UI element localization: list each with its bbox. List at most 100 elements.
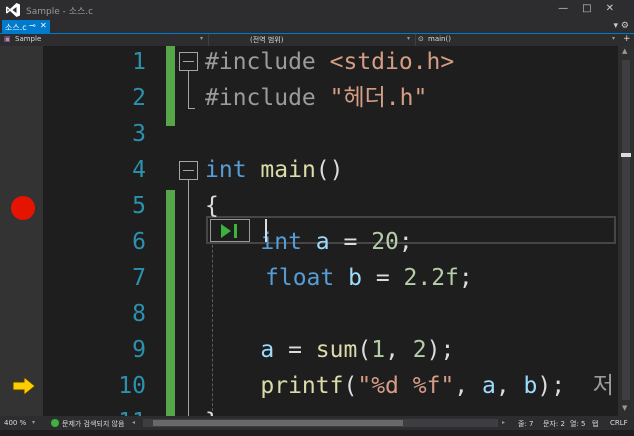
code-token: 저 [592, 373, 614, 399]
chevron-down-icon: ▾ [612, 35, 616, 42]
navigation-bar: ▣ Sample ▾ (전역 범위) ▾ ⊙ main() ▾ + [0, 34, 634, 46]
code-line[interactable]: printf("%d %f", a, b); 저 [205, 372, 614, 400]
code-token: a [481, 373, 496, 399]
close-window-button[interactable]: ✕ [606, 3, 628, 14]
code-token: 20 [371, 229, 399, 255]
code-token: = [274, 337, 316, 363]
code-token: ); [537, 373, 593, 399]
code-token: a [315, 229, 330, 255]
code-token: () [315, 157, 344, 183]
line-ending[interactable]: CRLF [610, 419, 628, 427]
chevron-down-icon: ▾ [407, 35, 411, 42]
chevron-down-icon[interactable]: ▾ [32, 419, 35, 426]
zoom-level[interactable]: 400 % [4, 419, 26, 427]
code-token: , [495, 373, 524, 399]
split-window-icon[interactable]: + [623, 34, 631, 44]
scope-label: (전역 범위) [250, 36, 284, 44]
pin-icon[interactable]: ⊸ [29, 21, 36, 30]
run-to-click-icon[interactable] [210, 219, 250, 242]
title-bar: Sample - 소스.c —□✕ [0, 0, 634, 20]
document-tab-strip: 소스.c ⊸ ✕ ▾ ⚙ [0, 20, 634, 34]
code-line[interactable]: #include <stdio.h> [205, 48, 454, 76]
tab-source-file[interactable]: 소스.c ⊸ ✕ [2, 20, 50, 34]
code-token: ; [398, 229, 413, 255]
tab-label: 소스.c [5, 23, 27, 32]
window-title: Sample - 소스.c [26, 7, 94, 17]
code-line[interactable]: a = sum(1, 2); [205, 336, 454, 364]
play-bar-icon [234, 224, 237, 238]
code-line[interactable]: #include "헤더.h" [205, 84, 427, 112]
member-label: main() [428, 35, 451, 43]
code-token: , [385, 337, 413, 363]
scroll-up-icon[interactable]: ▲ [622, 47, 627, 55]
char-indicator: 문자: 2 [543, 420, 565, 428]
code-token: "헤더.h" [329, 85, 428, 111]
minimize-button[interactable]: — [558, 3, 582, 14]
text-caret [265, 219, 267, 242]
code-token: "%d %f" [357, 373, 455, 399]
vertical-scrollbar[interactable]: ▲ ▼ [618, 46, 634, 416]
horizontal-scrollbar[interactable] [143, 419, 498, 427]
project-icon: ▣ [4, 35, 11, 43]
code-token: sum [315, 337, 358, 363]
function-icon: ⊙ [418, 35, 424, 43]
code-token: = [361, 265, 404, 291]
close-icon[interactable]: ✕ [40, 21, 47, 30]
visual-studio-logo-icon [6, 3, 20, 17]
scrollbar-thumb[interactable] [153, 420, 403, 426]
code-token: int [205, 157, 247, 183]
chevron-left-icon[interactable]: ◂ [132, 419, 135, 426]
check-circle-icon [51, 419, 59, 427]
column-indicator: 열: 5 [570, 420, 586, 428]
code-token: ); [426, 337, 455, 363]
code-token: float [265, 265, 335, 291]
code-editor[interactable]: #include <stdio.h> #include "헤더.h" int mai… [0, 46, 618, 416]
scrollbar-thumb[interactable] [622, 60, 630, 400]
code-token: printf [260, 373, 344, 399]
scroll-down-icon[interactable]: ▼ [622, 404, 627, 412]
editor-status-bar: 400 % ▾ 문제가 검색되지 않음 ◂ ▸ 줄: 7 문자: 2 열: 5 … [0, 416, 634, 430]
caret-position-marker [621, 153, 631, 157]
code-line[interactable]: int main() [205, 156, 344, 184]
code-token: = [329, 229, 372, 255]
code-line[interactable]: { [205, 192, 219, 220]
code-line[interactable]: } [205, 408, 219, 416]
scope-dropdown[interactable]: (전역 범위) ▾ [209, 34, 416, 46]
code-token: b [523, 373, 538, 399]
code-token: #include [205, 85, 330, 111]
code-token: 2.2f [403, 265, 459, 291]
chevron-right-icon[interactable]: ▸ [502, 419, 505, 426]
window-controls: —□✕ [558, 3, 628, 14]
code-token: 1 [371, 337, 386, 363]
code-token: b [348, 265, 362, 291]
code-token: } [205, 409, 219, 416]
line-indicator: 줄: 7 [518, 420, 534, 428]
code-token: ( [357, 337, 372, 363]
gear-icon[interactable]: ⚙ [621, 21, 629, 31]
code-token: 2 [412, 337, 427, 363]
maximize-button[interactable]: □ [582, 3, 605, 14]
chevron-down-icon: ▾ [200, 35, 204, 42]
play-icon [221, 224, 231, 238]
tab-strip-tools: ▾ ⚙ [614, 21, 629, 31]
project-label: Sample [15, 35, 42, 43]
member-dropdown[interactable]: ⊙ main() ▾ [416, 34, 622, 46]
code-token: #include [205, 49, 330, 75]
code-token: main [260, 157, 316, 183]
code-token: ( [343, 373, 358, 399]
project-dropdown[interactable]: ▣ Sample ▾ [0, 34, 209, 46]
code-token: , [454, 373, 482, 399]
whitespace-mode[interactable]: 탭 [592, 419, 598, 429]
code-token: ; [458, 265, 473, 291]
code-token: <stdio.h> [329, 49, 455, 75]
code-token: a [260, 337, 275, 363]
tab-list-dropdown-icon[interactable]: ▾ [614, 21, 619, 31]
code-token: { [205, 193, 219, 219]
code-line[interactable]: float b = 2.2f; [265, 264, 473, 292]
issues-status[interactable]: 문제가 검색되지 않음 [62, 419, 124, 429]
